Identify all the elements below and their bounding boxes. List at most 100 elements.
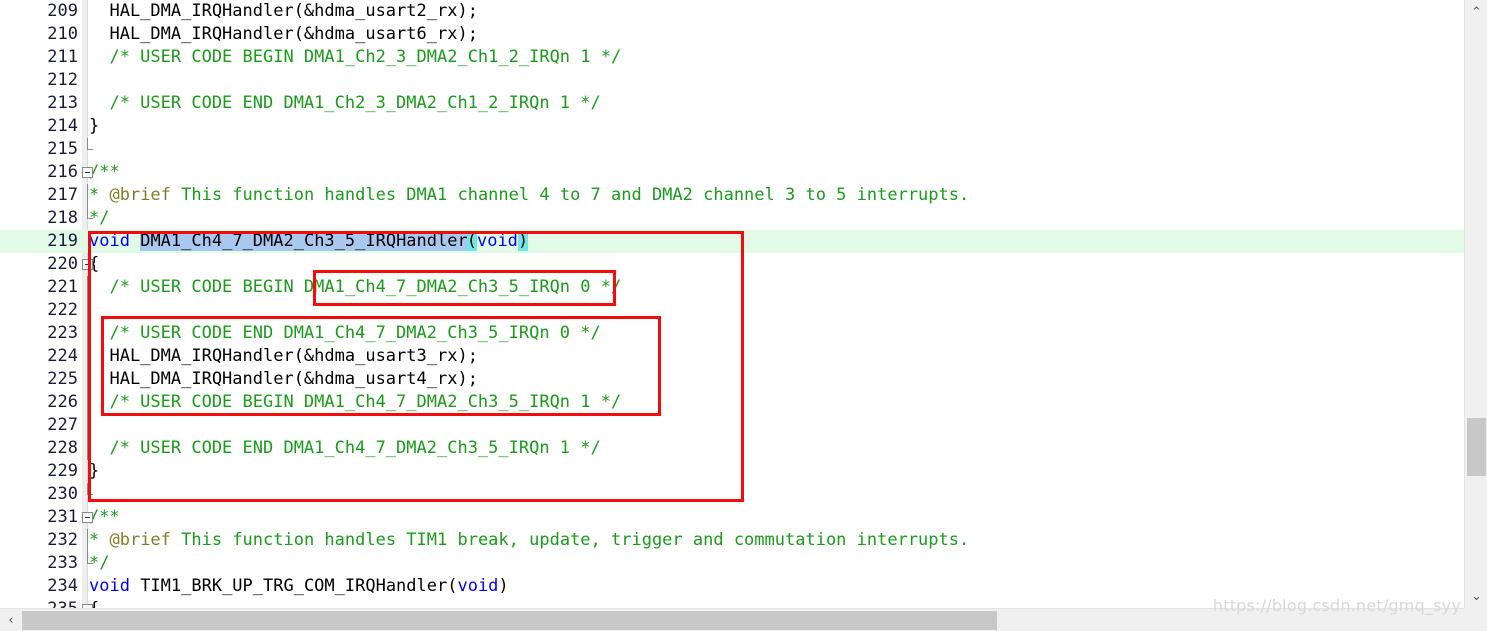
scroll-down-icon[interactable]: ⌄ <box>1465 586 1487 606</box>
code-line-232[interactable]: 232 * @brief This function handles TIM1 b… <box>0 529 1464 552</box>
line-number: 218 <box>47 208 78 228</box>
code-text[interactable]: void DMA1_Ch4_7_DMA2_Ch3_5_IRQHandler(vo… <box>89 230 529 253</box>
fold-guide-line <box>82 322 89 345</box>
fold-guide-line <box>82 345 89 368</box>
code-text[interactable]: HAL_DMA_IRQHandler(&hdma_usart3_rx); <box>89 345 477 368</box>
line-number: 220 <box>47 254 78 274</box>
line-number: 229 <box>47 461 78 481</box>
fold-guide-end <box>82 552 93 575</box>
code-text[interactable]: HAL_DMA_IRQHandler(&hdma_usart6_rx); <box>89 23 477 46</box>
code-line-211[interactable]: 211 /* USER CODE BEGIN DMA1_Ch2_3_DMA2_C… <box>0 46 1464 69</box>
code-line-229[interactable]: 229} <box>0 460 1464 483</box>
code-text[interactable]: /* USER CODE BEGIN DMA1_Ch2_3_DMA2_Ch1_2… <box>89 46 621 69</box>
code-line-223[interactable]: 223 /* USER CODE END DMA1_Ch4_7_DMA2_Ch3… <box>0 322 1464 345</box>
code-text[interactable]: /* USER CODE END DMA1_Ch4_7_DMA2_Ch3_5_I… <box>89 322 600 345</box>
fold-guide-line <box>82 391 89 414</box>
line-number: 222 <box>47 300 78 320</box>
bracket-match-close: ) <box>517 231 529 251</box>
code-line-216[interactable]: 216 /** <box>0 161 1464 184</box>
code-text[interactable]: * @brief This function handles DMA1 chan… <box>89 184 969 207</box>
line-number: 233 <box>47 553 78 573</box>
fold-guide-line <box>82 276 89 299</box>
code-text[interactable]: HAL_DMA_IRQHandler(&hdma_usart2_rx); <box>89 0 477 23</box>
code-line-234[interactable]: 234 void TIM1_BRK_UP_TRG_COM_IRQHandler(v… <box>0 575 1464 598</box>
code-text[interactable]: /** <box>89 506 120 529</box>
line-number: 221 <box>47 277 78 297</box>
code-line-222[interactable]: 222 <box>0 299 1464 322</box>
fold-guide-end <box>82 483 93 506</box>
line-number: 227 <box>47 415 78 435</box>
fold-guide-line <box>82 184 89 207</box>
fold-empty <box>82 460 89 483</box>
code-text[interactable]: /* USER CODE END DMA1_Ch4_7_DMA2_Ch3_5_I… <box>89 437 600 460</box>
line-number: 226 <box>47 392 78 412</box>
code-line-221[interactable]: 221 /* USER CODE BEGIN DMA1_Ch4_7_DMA2_C… <box>0 276 1464 299</box>
scroll-left-icon[interactable]: ‹ <box>0 609 22 631</box>
fold-empty <box>82 92 89 115</box>
code-line-225[interactable]: 225 HAL_DMA_IRQHandler(&hdma_usart4_rx); <box>0 368 1464 391</box>
fold-collapse-icon[interactable] <box>82 506 93 529</box>
code-line-226[interactable]: 226 /* USER CODE BEGIN DMA1_Ch4_7_DMA2_C… <box>0 391 1464 414</box>
line-number: 225 <box>47 369 78 389</box>
scrollbar-corner <box>1464 608 1487 631</box>
code-line-218[interactable]: 218 */ <box>0 207 1464 230</box>
code-rows[interactable]: 209 HAL_DMA_IRQHandler(&hdma_usart2_rx);… <box>0 0 1464 608</box>
fold-guide-line <box>82 368 89 391</box>
fold-collapse-icon[interactable] <box>82 161 93 184</box>
code-line-215[interactable]: 215 <box>0 138 1464 161</box>
vertical-scrollbar-thumb[interactable] <box>1467 418 1486 476</box>
line-number: 231 <box>47 507 78 527</box>
fold-guide-end <box>82 207 93 230</box>
code-text[interactable]: /* USER CODE BEGIN DMA1_Ch4_7_DMA2_Ch3_5… <box>89 391 621 414</box>
code-line-227[interactable]: 227 <box>0 414 1464 437</box>
code-text[interactable]: void TIM1_BRK_UP_TRG_COM_IRQHandler(void… <box>89 575 509 598</box>
vertical-scrollbar[interactable]: ⌃ ⌄ <box>1464 0 1487 608</box>
horizontal-scrollbar-thumb[interactable] <box>22 611 997 630</box>
editor-viewport[interactable]: 209 HAL_DMA_IRQHandler(&hdma_usart2_rx);… <box>0 0 1464 608</box>
fold-collapse-icon[interactable] <box>82 253 93 276</box>
code-text[interactable]: /** <box>89 161 120 184</box>
line-number: 234 <box>47 576 78 596</box>
code-line-230[interactable]: 230 <box>0 483 1464 506</box>
fold-empty <box>82 230 89 253</box>
fold-empty <box>82 69 89 92</box>
code-line-228[interactable]: 228 /* USER CODE END DMA1_Ch4_7_DMA2_Ch3… <box>0 437 1464 460</box>
fold-guide-line <box>82 414 89 437</box>
code-line-233[interactable]: 233 */ <box>0 552 1464 575</box>
line-number: 219 <box>47 231 78 251</box>
code-line-220[interactable]: 220{ <box>0 253 1464 276</box>
line-number: 215 <box>47 139 78 159</box>
line-number: 216 <box>47 162 78 182</box>
fold-collapse-icon[interactable] <box>82 598 93 608</box>
code-editor-screenshot: 209 HAL_DMA_IRQHandler(&hdma_usart2_rx);… <box>0 0 1487 631</box>
line-number: 213 <box>47 93 78 113</box>
code-line-213[interactable]: 213 /* USER CODE END DMA1_Ch2_3_DMA2_Ch1… <box>0 92 1464 115</box>
fold-empty <box>82 23 89 46</box>
fold-guide-line <box>82 437 89 460</box>
code-line-219[interactable]: 219 void DMA1_Ch4_7_DMA2_Ch3_5_IRQHandler… <box>0 230 1464 253</box>
scroll-up-icon[interactable]: ⌃ <box>1465 2 1487 22</box>
line-number: 223 <box>47 323 78 343</box>
line-number: 235 <box>0 598 78 608</box>
line-number: 209 <box>47 1 78 21</box>
line-number: 228 <box>47 438 78 458</box>
code-text[interactable]: } <box>89 460 99 483</box>
code-line-210[interactable]: 210 HAL_DMA_IRQHandler(&hdma_usart6_rx); <box>0 23 1464 46</box>
line-number: 224 <box>47 346 78 366</box>
code-line-214[interactable]: 214} <box>0 115 1464 138</box>
code-line-212[interactable]: 212 <box>0 69 1464 92</box>
fold-empty <box>82 46 89 69</box>
code-line-224[interactable]: 224 HAL_DMA_IRQHandler(&hdma_usart3_rx); <box>0 345 1464 368</box>
code-text[interactable]: } <box>89 115 99 138</box>
code-line-217[interactable]: 217 * @brief This function handles DMA1 c… <box>0 184 1464 207</box>
bracket-match-open: ( <box>466 231 477 251</box>
code-text[interactable]: * @brief This function handles TIM1 brea… <box>89 529 969 552</box>
code-line-209[interactable]: 209 HAL_DMA_IRQHandler(&hdma_usart2_rx); <box>0 0 1464 23</box>
fold-empty <box>82 0 89 23</box>
fold-guide-line <box>82 529 89 552</box>
code-text[interactable]: HAL_DMA_IRQHandler(&hdma_usart4_rx); <box>89 368 477 391</box>
code-text[interactable]: /* USER CODE END DMA1_Ch2_3_DMA2_Ch1_2_I… <box>89 92 600 115</box>
code-text[interactable]: /* USER CODE BEGIN DMA1_Ch4_7_DMA2_Ch3_5… <box>89 276 621 299</box>
code-line-231[interactable]: 231 /** <box>0 506 1464 529</box>
fold-empty <box>82 575 89 598</box>
